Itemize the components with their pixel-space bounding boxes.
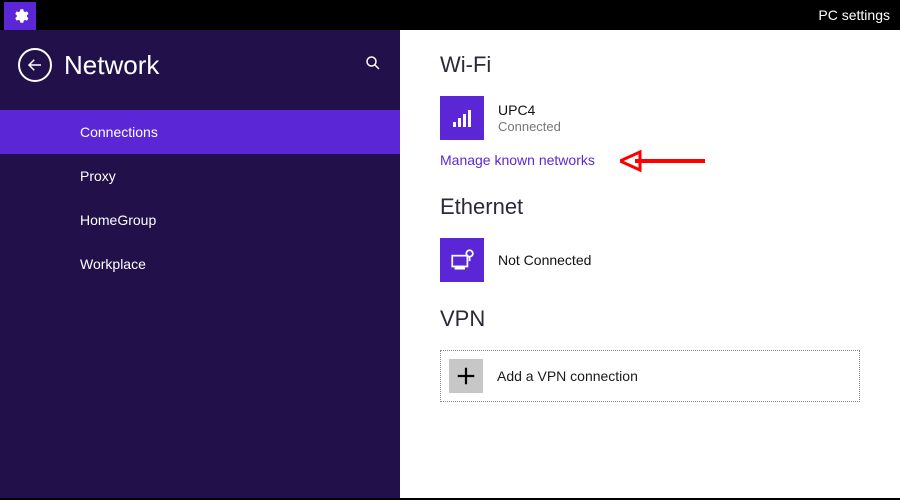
sidebar-item-proxy[interactable]: Proxy	[0, 154, 400, 198]
sidebar-item-label: HomeGroup	[80, 212, 156, 228]
sidebar: Network Connections Proxy HomeGroup	[0, 30, 400, 498]
search-icon	[364, 54, 382, 72]
sidebar-item-connections[interactable]: Connections	[0, 110, 400, 154]
vpn-heading: VPN	[440, 306, 870, 332]
manage-networks-link[interactable]: Manage known networks	[440, 152, 595, 168]
vpn-section: VPN Add a VPN connection	[440, 306, 870, 402]
ethernet-row[interactable]: Not Connected	[440, 238, 870, 282]
ethernet-status: Not Connected	[498, 252, 591, 269]
plus-box	[449, 359, 483, 393]
ethernet-labels: Not Connected	[498, 252, 591, 269]
content-pane: Wi-Fi UPC4 Connected	[400, 30, 900, 498]
wifi-signal-icon	[450, 106, 474, 130]
plus-icon	[455, 365, 477, 387]
ethernet-tile	[440, 238, 484, 282]
topbar: PC settings	[0, 0, 900, 30]
wifi-section: Wi-Fi UPC4 Connected	[440, 52, 870, 170]
sidebar-header: Network	[0, 30, 400, 100]
sidebar-items: Connections Proxy HomeGroup Workplace	[0, 110, 400, 286]
sidebar-title: Network	[64, 50, 352, 81]
sidebar-item-label: Proxy	[80, 168, 116, 184]
wifi-labels: UPC4 Connected	[498, 102, 561, 134]
sidebar-item-label: Connections	[80, 124, 158, 140]
sidebar-item-homegroup[interactable]: HomeGroup	[0, 198, 400, 242]
back-button[interactable]	[18, 48, 52, 82]
wifi-tile	[440, 96, 484, 140]
settings-gear-box[interactable]	[4, 2, 36, 30]
wifi-network-row[interactable]: UPC4 Connected	[440, 96, 870, 140]
wifi-heading: Wi-Fi	[440, 52, 870, 78]
topbar-title: PC settings	[818, 7, 890, 23]
add-vpn-label: Add a VPN connection	[497, 368, 638, 384]
search-button[interactable]	[364, 54, 382, 77]
wifi-status: Connected	[498, 119, 561, 135]
add-vpn-button[interactable]: Add a VPN connection	[440, 350, 860, 402]
ethernet-icon	[449, 247, 475, 273]
back-arrow-icon	[26, 56, 44, 74]
ethernet-section: Ethernet Not Connected	[440, 194, 870, 282]
sidebar-item-label: Workplace	[80, 256, 146, 272]
wifi-network-name: UPC4	[498, 102, 561, 119]
ethernet-heading: Ethernet	[440, 194, 870, 220]
gear-icon	[11, 7, 29, 25]
sidebar-item-workplace[interactable]: Workplace	[0, 242, 400, 286]
